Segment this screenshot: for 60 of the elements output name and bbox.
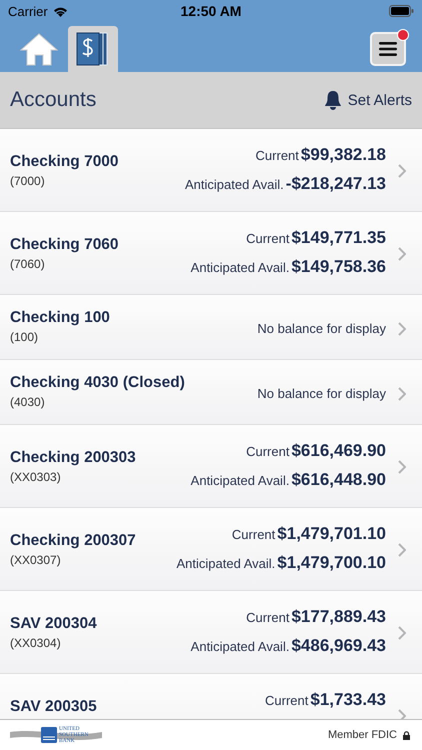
account-number: (100)	[10, 330, 40, 344]
balance-label: Anticipated Avail.	[176, 556, 276, 571]
account-number: (XX0307)	[10, 553, 62, 567]
chevron-icon	[398, 460, 406, 474]
balance-amount: $1,479,700.10	[277, 553, 386, 573]
balance-label: Anticipated Avail.	[190, 473, 290, 488]
account-name: Checking 7000	[10, 153, 120, 171]
account-name: SAV 200304	[10, 615, 98, 633]
member-fdic-label: Member FDIC	[328, 729, 397, 741]
menu-icon	[379, 42, 397, 56]
clock: 12:50 AM	[180, 3, 242, 19]
balance-amount: $1,733.43	[310, 690, 386, 710]
balance-label: Anticipated Avail.	[190, 260, 290, 275]
account-number: (7000)	[10, 174, 46, 188]
balance-amount: $616,469.90	[291, 441, 386, 461]
balance-label: Current	[265, 693, 308, 708]
account-number: (XX0304)	[10, 636, 62, 650]
balance-amount: $149,771.35	[291, 228, 386, 248]
accounts-tab[interactable]	[68, 26, 118, 72]
balance-amount: $149,758.36	[291, 257, 386, 277]
account-name: Checking 200307	[10, 532, 137, 550]
no-balance-message: No balance for display	[257, 321, 386, 336]
battery-icon	[389, 5, 414, 17]
account-number: (XX0303)	[10, 470, 62, 484]
lock-icon	[403, 730, 410, 740]
house-icon	[19, 32, 59, 66]
chevron-icon	[398, 543, 406, 557]
balance-label: Current	[246, 231, 290, 246]
dollar-card-icon	[76, 30, 110, 68]
account-name: Checking 100	[10, 309, 111, 327]
set-alerts-link[interactable]: Set Alerts	[348, 92, 412, 108]
chevron-icon	[398, 626, 406, 640]
chevron-icon	[398, 164, 406, 178]
balance-amount: $99,382.18	[300, 145, 386, 165]
balance-amount: $1,479,701.10	[277, 524, 386, 544]
menu-button[interactable]	[370, 32, 406, 66]
balance-label: Current	[246, 444, 290, 459]
chevron-icon	[398, 387, 406, 401]
wifi-icon	[52, 6, 68, 16]
balance-label: Anticipated Avail.	[185, 177, 284, 192]
chevron-icon	[398, 247, 406, 261]
account-number: (7060)	[10, 257, 46, 271]
account-number: (4030)	[10, 395, 46, 409]
balance-label: Current	[246, 610, 290, 625]
balance-label: Current	[232, 527, 276, 542]
account-name: Checking 200303	[10, 449, 137, 467]
balance-amount: $486,969.43	[291, 636, 386, 656]
balance-label: Current	[256, 148, 299, 163]
no-balance-message: No balance for display	[257, 386, 386, 401]
balance-amount: $616,448.90	[291, 470, 386, 490]
bell-icon[interactable]	[324, 90, 342, 110]
account-name: Checking 4030 (Closed)	[10, 374, 186, 392]
balance-amount: -$218,247.13	[286, 174, 386, 194]
account-name: SAV 200305	[10, 698, 98, 716]
chevron-icon	[398, 322, 406, 336]
page-title: Accounts	[10, 88, 96, 112]
balance-label: Anticipated Avail.	[190, 639, 290, 654]
balance-amount: $177,889.43	[291, 607, 386, 627]
account-name: Checking 7060	[10, 236, 120, 254]
carrier-label: Carrier	[8, 4, 48, 18]
